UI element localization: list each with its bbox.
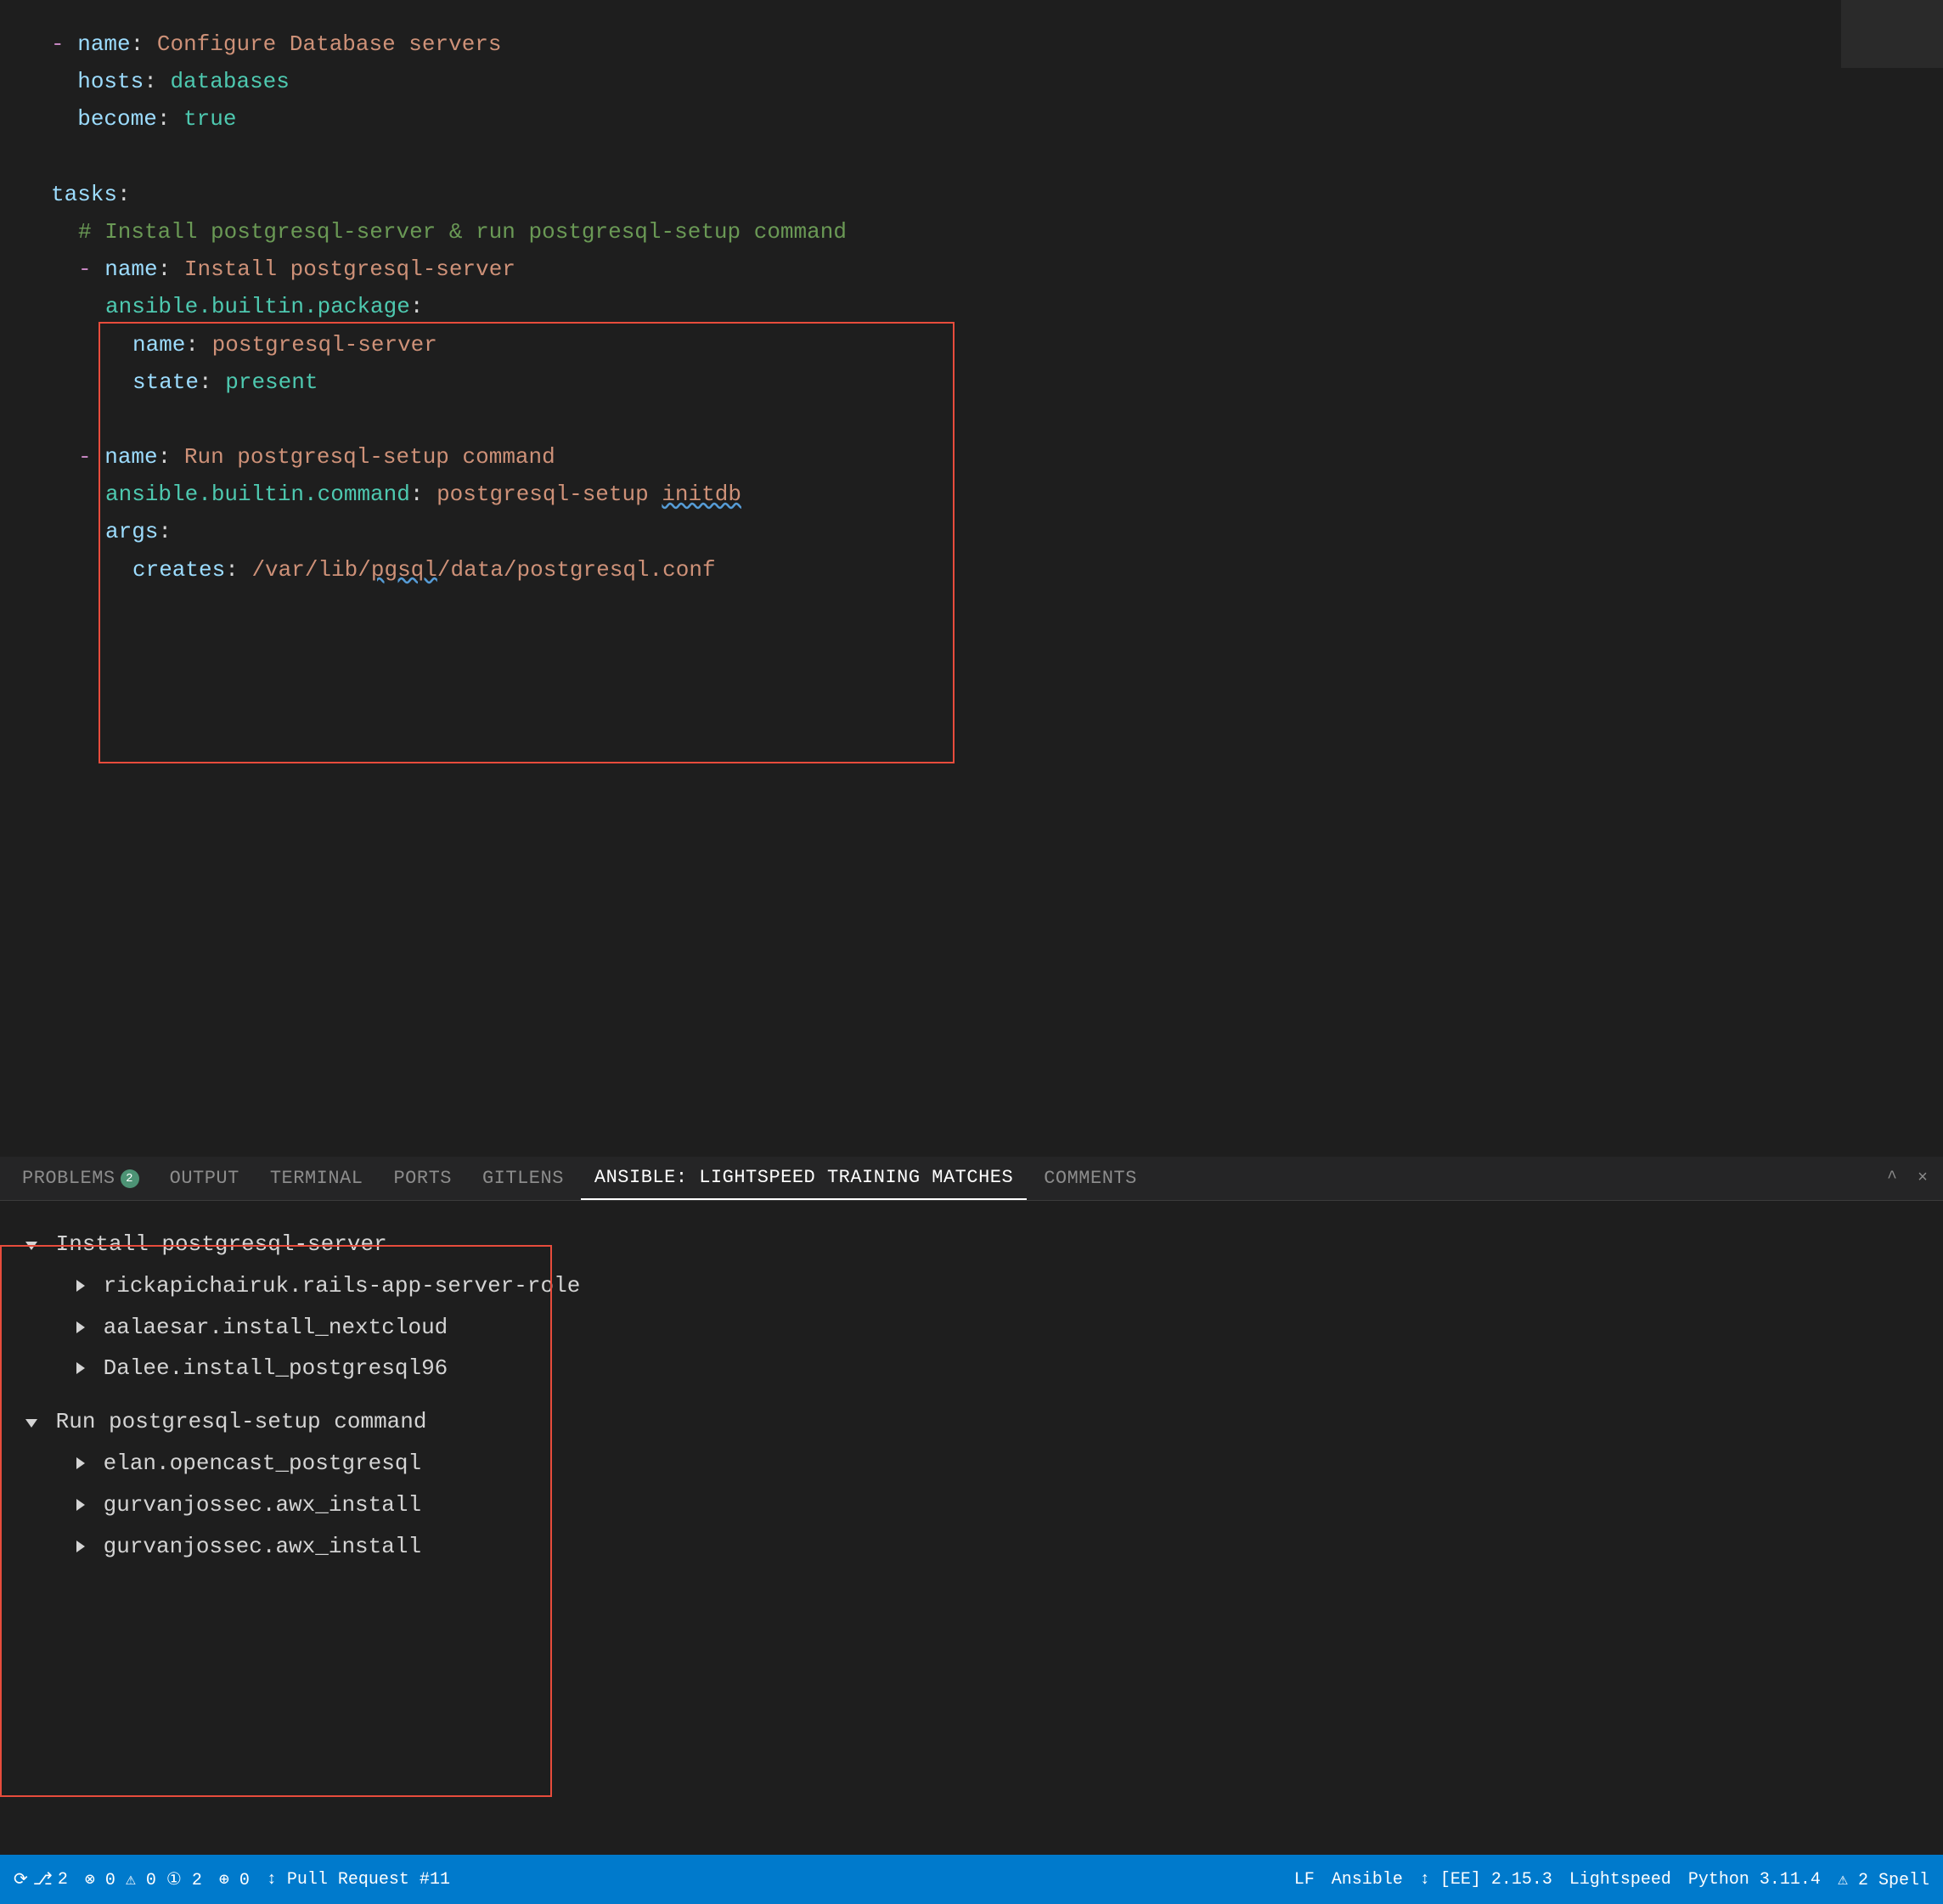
child-arrow-2-3	[76, 1541, 85, 1552]
code-line-5: tasks:	[51, 176, 1892, 213]
tree-group-2: Run postgresql-setup command	[25, 1402, 1918, 1442]
collapse-arrow-2[interactable]	[25, 1419, 37, 1428]
tab-ansible-lightspeed[interactable]: ANSIBLE: LIGHTSPEED TRAINING MATCHES	[581, 1157, 1027, 1200]
status-spell[interactable]: ⚠ 2 Spell	[1838, 1868, 1929, 1890]
status-sync[interactable]: ⟳ ⎇ 2	[14, 1868, 68, 1890]
code-line-9: name: postgresql-server	[51, 326, 1892, 363]
status-encoding[interactable]: LF	[1294, 1870, 1315, 1890]
code-content: - name: Configure Database servers hosts…	[0, 17, 1943, 597]
code-line-12: - name: Run postgresql-setup command	[51, 438, 1892, 476]
code-line-8: ansible.builtin.package:	[51, 288, 1892, 325]
code-line-3: become: true	[51, 100, 1892, 138]
status-python[interactable]: Python 3.11.4	[1688, 1870, 1821, 1890]
tree-child-1-3[interactable]: Dalee.install_postgresql96	[25, 1349, 1918, 1389]
problems-badge: 2	[121, 1169, 139, 1188]
tree-child-1-1[interactable]: rickapichairuk.rails-app-server-role	[25, 1266, 1918, 1306]
tab-gitlens[interactable]: GITLENS	[469, 1157, 577, 1200]
child-arrow-1-2	[76, 1321, 85, 1333]
child-arrow-2-1	[76, 1457, 85, 1469]
editor-area: - name: Configure Database servers hosts…	[0, 0, 1943, 1104]
tab-problems[interactable]: PROBLEMS 2	[8, 1157, 153, 1200]
tree-child-2-3[interactable]: gurvanjossec.awx_install	[25, 1527, 1918, 1567]
code-line-10: state: present	[51, 363, 1892, 401]
panel-controls: ^ ×	[1880, 1165, 1935, 1191]
collapse-panel-button[interactable]: ^	[1880, 1165, 1904, 1191]
status-ports[interactable]: ⊕ 0	[219, 1868, 250, 1890]
code-line-2: hosts: databases	[51, 63, 1892, 100]
tab-output[interactable]: OUTPUT	[156, 1157, 253, 1200]
code-line-7: - name: Install postgresql-server	[51, 251, 1892, 288]
panel-content: Install postgresql-server rickapichairuk…	[0, 1201, 1943, 1853]
minimap	[1841, 0, 1943, 68]
dash: -	[51, 31, 77, 57]
child-arrow-1-3	[76, 1362, 85, 1374]
code-line-15: creates: /var/lib/pgsql/data/postgresql.…	[51, 551, 1892, 589]
code-line-6: # Install postgresql-server & run postgr…	[51, 213, 1892, 251]
key: name	[77, 31, 130, 57]
lightspeed-panel: Install postgresql-server rickapichairuk…	[0, 1201, 1943, 1853]
tab-terminal[interactable]: TERMINAL	[256, 1157, 377, 1200]
status-bar: ⟳ ⎇ 2 ⊗ 0 ⚠ 0 ① 2 ⊕ 0 ↕ Pull Request #11…	[0, 1855, 1943, 1904]
status-ee-version[interactable]: ↕ [EE] 2.15.3	[1420, 1870, 1552, 1890]
code-line-11	[51, 401, 1892, 438]
tree-group-2-label: Run postgresql-setup command	[56, 1409, 427, 1434]
child-arrow-1-1	[76, 1280, 85, 1292]
value: Configure Database servers	[157, 31, 502, 57]
tree-child-2-2[interactable]: gurvanjossec.awx_install	[25, 1485, 1918, 1525]
tab-bar: PROBLEMS 2 OUTPUT TERMINAL PORTS GITLENS…	[0, 1157, 1943, 1201]
status-errors[interactable]: ⊗ 0 ⚠ 0 ① 2	[85, 1868, 202, 1890]
tree-group-1: Install postgresql-server	[25, 1225, 1918, 1265]
code-line-14: args:	[51, 513, 1892, 550]
tab-ports[interactable]: PORTS	[380, 1157, 465, 1200]
panel-area: PROBLEMS 2 OUTPUT TERMINAL PORTS GITLENS…	[0, 1157, 1943, 1853]
status-language[interactable]: Ansible	[1332, 1870, 1403, 1890]
tree-child-2-1[interactable]: elan.opencast_postgresql	[25, 1444, 1918, 1484]
code-line-4	[51, 138, 1892, 176]
status-pull-request[interactable]: ↕ Pull Request #11	[267, 1870, 450, 1890]
tree-group-1-label: Install postgresql-server	[56, 1231, 387, 1257]
tree-child-1-2[interactable]: aalaesar.install_nextcloud	[25, 1308, 1918, 1348]
code-line-1: - name: Configure Database servers	[51, 25, 1892, 63]
tab-comments[interactable]: COMMENTS	[1030, 1157, 1151, 1200]
child-arrow-2-2	[76, 1499, 85, 1511]
close-panel-button[interactable]: ×	[1911, 1165, 1935, 1191]
collapse-arrow-1[interactable]	[25, 1242, 37, 1250]
code-line-13: ansible.builtin.command: postgresql-setu…	[51, 476, 1892, 513]
status-lightspeed[interactable]: Lightspeed	[1569, 1870, 1671, 1890]
